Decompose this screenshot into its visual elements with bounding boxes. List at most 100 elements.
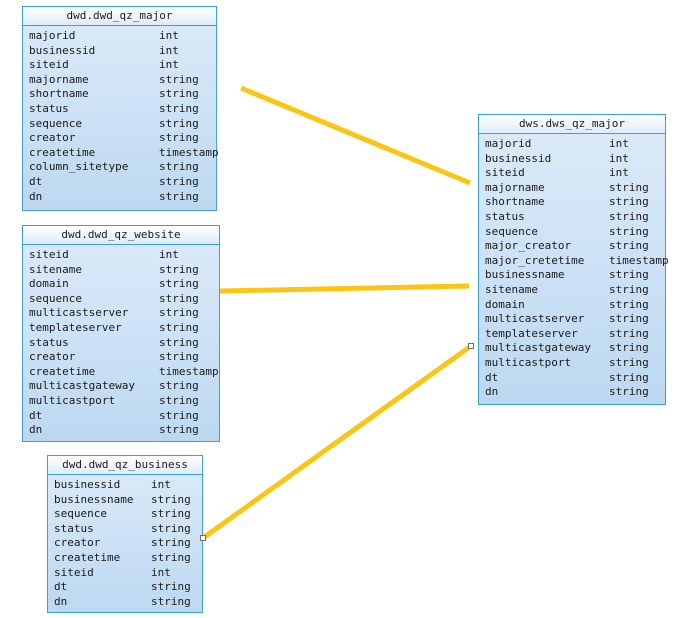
table-row[interactable]: majorid int — [479, 137, 665, 152]
table-row[interactable]: businessname string — [48, 493, 202, 508]
table-row[interactable]: domain string — [479, 298, 665, 313]
field-name: multicastserver — [485, 312, 585, 326]
table-row[interactable]: dn string — [48, 595, 202, 610]
field-type: string — [159, 350, 199, 364]
table-row[interactable]: major_creator string — [479, 239, 665, 254]
field-type: string — [609, 180, 649, 194]
field-name: sequence — [29, 291, 82, 305]
table-row[interactable]: siteid int — [23, 248, 219, 263]
relationship-line-business-to-dws[interactable] — [201, 343, 473, 541]
table-row[interactable]: multicastserver string — [479, 312, 665, 327]
table-row[interactable]: shortname string — [23, 87, 216, 102]
table-row[interactable]: dt string — [48, 580, 202, 595]
table-row[interactable]: siteid int — [479, 166, 665, 181]
table-row[interactable]: createtime timestamp — [23, 365, 219, 380]
table-row[interactable]: businessid int — [479, 152, 665, 167]
table-row[interactable]: templateserver string — [479, 327, 665, 342]
table-row[interactable]: majorname string — [23, 73, 216, 88]
field-type: string — [151, 550, 191, 564]
table-row[interactable]: status string — [23, 336, 219, 351]
table-row[interactable]: sequence string — [23, 117, 216, 132]
table-row[interactable]: sequence string — [23, 292, 219, 307]
table-row[interactable]: status string — [23, 102, 216, 117]
table-row[interactable]: status string — [479, 210, 665, 225]
table-row[interactable]: creator string — [23, 350, 219, 365]
table-row[interactable]: majorid int — [23, 29, 216, 44]
field-type: string — [609, 341, 649, 355]
entity-table-dwd_qz_business[interactable]: dwd.dwd_qz_business businessid int business… — [47, 455, 203, 613]
field-name: multicastgateway — [29, 379, 135, 393]
field-type: int — [609, 151, 629, 165]
table-row[interactable]: multicastport string — [479, 356, 665, 371]
field-type: string — [609, 195, 649, 209]
field-name: sequence — [54, 507, 107, 521]
relationship-line-website-to-dws[interactable] — [219, 283, 470, 294]
table-row[interactable]: sequence string — [479, 225, 665, 240]
field-name: businessname — [54, 492, 134, 506]
table-fields-dws_qz_major: majorid int businessid int siteid int majornam… — [479, 134, 669, 403]
table-row[interactable]: createtime string — [48, 551, 202, 566]
field-type: string — [151, 507, 191, 521]
table-row[interactable]: dn string — [479, 385, 665, 400]
field-type: string — [159, 174, 199, 188]
table-row[interactable]: domain string — [23, 277, 219, 292]
relationship-line-major-to-dws[interactable] — [240, 85, 471, 186]
field-type: timestamp — [159, 364, 219, 378]
table-row[interactable]: createtime timestamp — [23, 146, 219, 161]
field-name: createtime — [54, 550, 121, 564]
table-row[interactable]: dn string — [23, 423, 219, 438]
field-type: string — [151, 521, 191, 535]
table-row[interactable]: siteid int — [48, 566, 202, 581]
table-row[interactable]: businessid int — [48, 478, 202, 493]
entity-table-dws_qz_major[interactable]: dws.dws_qz_major majorid int businessid int s… — [478, 114, 669, 405]
table-fields-dwd_qz_website: siteid int sitename string domain string seque… — [23, 245, 219, 441]
field-type: string — [159, 393, 199, 407]
table-row[interactable]: sitename string — [23, 263, 219, 278]
field-type: string — [159, 306, 199, 320]
field-name: sequence — [29, 116, 82, 130]
field-type: string — [609, 209, 649, 223]
table-row[interactable]: businessid int — [23, 44, 216, 59]
table-row[interactable]: creator string — [23, 131, 216, 146]
table-row[interactable]: creator string — [48, 536, 202, 551]
table-row[interactable]: siteid int — [23, 58, 216, 73]
table-row[interactable]: multicastgateway string — [23, 379, 219, 394]
field-type: string — [159, 335, 199, 349]
table-row[interactable]: majorname string — [479, 181, 665, 196]
table-row[interactable]: dt string — [23, 409, 219, 424]
field-type: timestamp — [609, 253, 669, 267]
entity-table-dwd_qz_major[interactable]: dwd.dwd_qz_major majorid int businessid int s… — [22, 6, 219, 211]
table-row[interactable]: dt string — [23, 175, 216, 190]
field-type: string — [159, 320, 199, 334]
field-name: multicastgateway — [485, 341, 591, 355]
table-row[interactable]: major_cretetime timestamp — [479, 253, 669, 269]
field-name: shortname — [485, 195, 545, 209]
field-name: major_creator — [485, 239, 572, 253]
table-row[interactable]: multicastgateway string — [479, 341, 665, 356]
field-type: int — [159, 43, 179, 57]
table-row[interactable]: column_sitetype string — [23, 160, 216, 175]
field-type: string — [159, 262, 199, 276]
table-row[interactable]: status string — [48, 522, 202, 537]
connector-endpoint-handle[interactable] — [468, 343, 474, 349]
table-row[interactable]: businessname string — [479, 268, 665, 283]
field-name: businessname — [485, 268, 565, 282]
table-row[interactable]: sequence string — [48, 507, 202, 522]
table-row[interactable]: templateserver string — [23, 321, 219, 336]
table-row[interactable]: shortname string — [479, 195, 665, 210]
table-row[interactable]: multicastserver string — [23, 306, 219, 321]
field-name: status — [29, 335, 69, 349]
table-row[interactable]: sitename string — [479, 283, 665, 298]
field-name: dn — [29, 189, 43, 203]
field-name: major_cretetime — [485, 253, 585, 267]
table-fields-dwd_qz_business: businessid int businessname string sequence s… — [48, 475, 202, 612]
field-type: string — [609, 355, 649, 369]
field-type: string — [151, 492, 191, 506]
table-row[interactable]: dt string — [479, 371, 665, 386]
table-row[interactable]: dn string — [23, 190, 216, 205]
connector-endpoint-handle[interactable] — [200, 535, 206, 541]
entity-table-dwd_qz_website[interactable]: dwd.dwd_qz_website siteid int sitename strin… — [22, 225, 220, 442]
field-type: string — [609, 297, 649, 311]
field-name: dt — [29, 174, 43, 188]
table-row[interactable]: multicastport string — [23, 394, 219, 409]
